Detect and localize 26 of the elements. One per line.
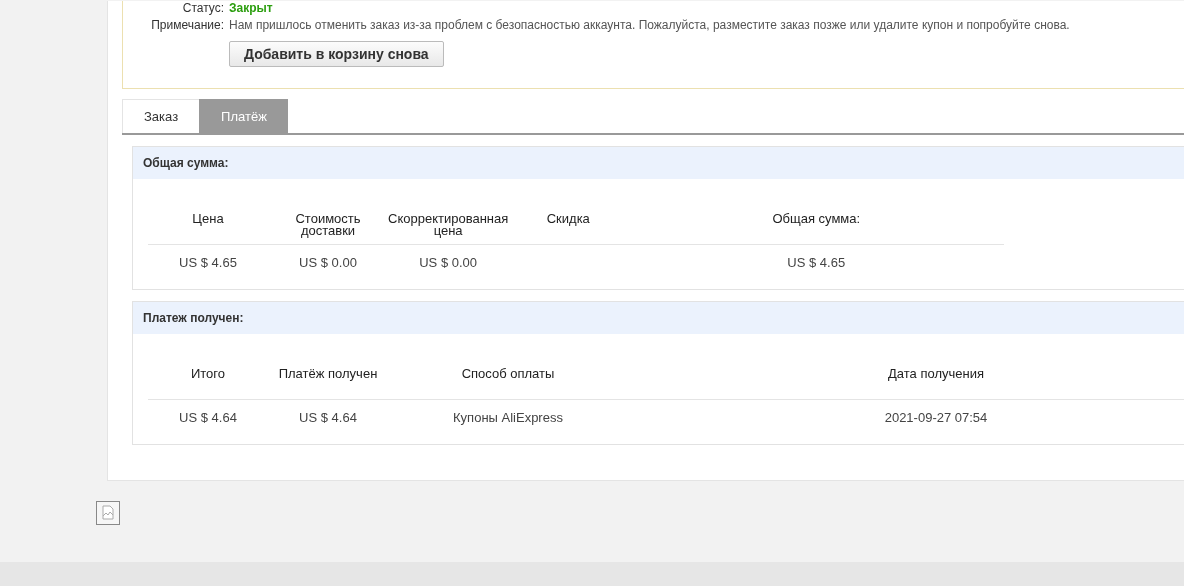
table-cell: US $ 0.00 (419, 255, 478, 270)
column-header: Способ оплаты (461, 366, 555, 381)
column-header: Дата получения (888, 366, 984, 381)
column-header: Общая сумма: (772, 211, 861, 226)
table-cell: US $ 4.64 (299, 410, 357, 425)
note-text: Нам пришлось отменить заказ из-за проблем с безопасностью аккаунта. Пожалуйста, разместите заказ позже или удалите купон и попробуйте снова. (229, 18, 1070, 32)
column-header: Итого (190, 366, 226, 381)
table-cell: US $ 4.64 (179, 410, 237, 425)
section-title: Платеж получен: (143, 311, 244, 325)
field-label: Примечание: (150, 18, 224, 32)
table-cell: US $ 4.65 (787, 255, 846, 270)
column-header: Цена (192, 211, 224, 226)
table-cell: US $ 0.00 (299, 255, 357, 270)
add-to-cart-button[interactable]: Добавить в корзину снова (229, 41, 444, 67)
column-header: Скорректированная цена (388, 211, 509, 238)
tab[interactable]: Заказ (122, 99, 200, 133)
section-title: Общая сумма: (143, 156, 229, 170)
column-header: Стоимость доставки (295, 211, 361, 238)
column-header: Платёж получен (278, 366, 378, 381)
broken-image-icon (96, 501, 120, 525)
table-cell: Купоны AliExpress (453, 410, 563, 425)
table-cell: 2021-09-27 07:54 (884, 410, 988, 425)
table-cell: US $ 4.65 (179, 255, 237, 270)
field-label: Статус: (181, 1, 224, 15)
column-header: Скидка (546, 211, 590, 226)
status-value: Закрыт (229, 1, 273, 15)
